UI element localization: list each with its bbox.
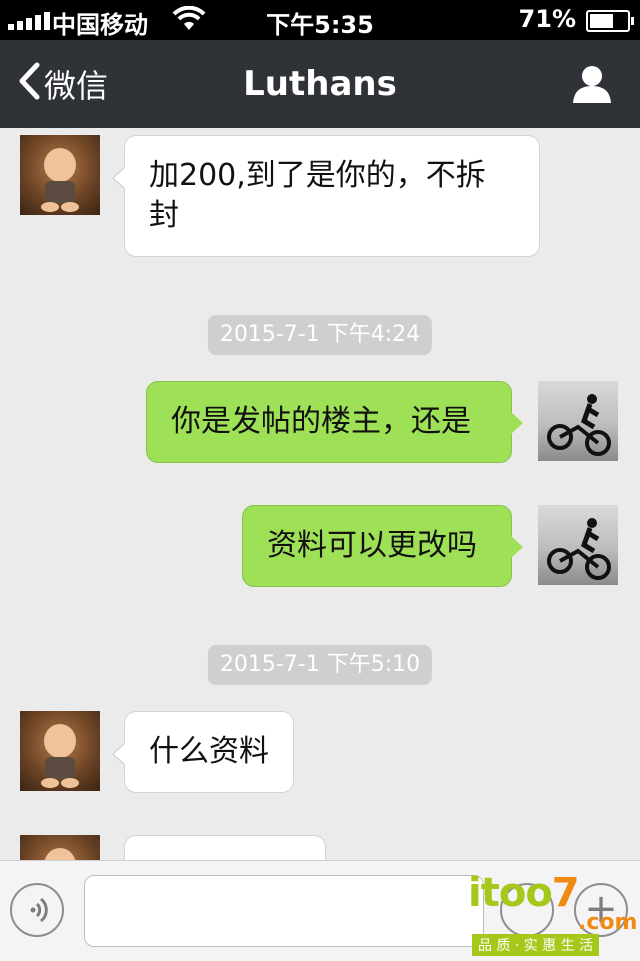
watermark-text: itoo	[468, 870, 553, 916]
my-avatar[interactable]	[538, 381, 618, 461]
watermark-tagline: 品 质 · 实 惠 生 活	[472, 934, 600, 956]
watermark-logo: itoo7 .com 品 质 · 实 惠 生 活	[468, 870, 640, 960]
watermark-suffix: .com	[578, 910, 638, 935]
status-bar: 中国移动 下午5:35 71%	[0, 0, 640, 40]
my-avatar[interactable]	[538, 505, 618, 585]
contact-avatar[interactable]	[20, 835, 100, 860]
contact-avatar[interactable]	[20, 711, 100, 791]
message-bubble-received[interactable]: 什么资料	[112, 711, 294, 793]
message-input[interactable]	[84, 875, 484, 947]
chat-area[interactable]: 加200,到了是你的，不拆 封 2015-7-1 下午4:24 你是发帖的楼主，…	[0, 128, 640, 860]
voice-button[interactable]	[10, 883, 64, 937]
message-bubble-sent[interactable]: 资料可以更改吗	[242, 505, 523, 587]
contact-avatar[interactable]	[20, 135, 100, 215]
message-bubble-sent[interactable]: 你是发帖的楼主，还是	[146, 381, 523, 463]
timestamp: 2015-7-1 下午4:24	[207, 315, 433, 355]
message-text-line: 封	[149, 198, 179, 233]
voice-icon	[30, 897, 48, 923]
battery-icon	[586, 10, 634, 32]
nav-bar: 微信 Luthans	[0, 40, 640, 128]
battery-percent: 71%	[518, 5, 576, 33]
watermark-seven: 7	[551, 870, 580, 916]
timestamp: 2015-7-1 下午5:10	[207, 645, 433, 685]
message-bubble-received[interactable]: 加200,到了是你的，不拆 封	[112, 135, 540, 257]
message-text-line: 加200,到了是你的，不拆	[149, 158, 486, 193]
page-title: Luthans	[243, 64, 397, 104]
message-bubble-received[interactable]	[124, 835, 326, 860]
profile-icon[interactable]	[572, 64, 612, 104]
